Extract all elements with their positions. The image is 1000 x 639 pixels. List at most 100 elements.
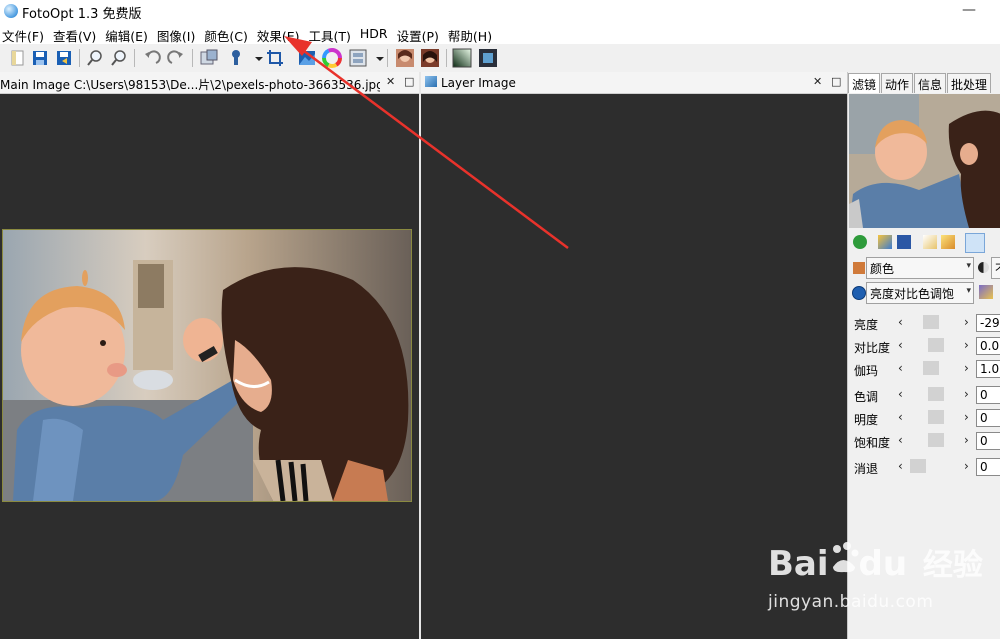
blend-mode-select[interactable]: 不 xyxy=(991,257,1000,279)
portrait-effect-icon[interactable] xyxy=(420,48,440,68)
filter-type-select[interactable]: 亮度对比色调饱 ▾ xyxy=(866,282,974,304)
title-bar: FotoOpt 1.3 免费版 — xyxy=(0,0,1000,22)
adjustment-value-input[interactable]: 1.0 xyxy=(976,360,1000,378)
menu-tools[interactable]: 工具(T) xyxy=(307,22,356,44)
watermark-url: jingyan.baidu.com xyxy=(768,592,934,612)
adjustment-label: 对比度 xyxy=(854,341,891,355)
tab-filters[interactable]: 滤镜 xyxy=(848,73,881,93)
menu-image[interactable]: 图像(I) xyxy=(155,22,200,44)
slider-thumb[interactable] xyxy=(922,361,939,375)
slider-increase-button[interactable]: › xyxy=(964,315,969,329)
remove-filter-icon[interactable] xyxy=(941,235,955,249)
tab-info[interactable]: 信息 xyxy=(914,73,947,93)
filter-radio-icon[interactable] xyxy=(852,286,866,300)
main-image-maximize-button[interactable]: □ xyxy=(404,75,414,88)
eyedropper-icon[interactable] xyxy=(965,233,985,253)
filmstrip-icon[interactable] xyxy=(348,48,368,68)
save-icon[interactable] xyxy=(30,48,50,68)
menu-color[interactable]: 颜色(C) xyxy=(202,22,252,44)
menu-bar: 文件(F) 查看(V) 编辑(E) 图像(I) 颜色(C) 效果(E) 工具(T… xyxy=(0,22,1000,44)
slider-decrease-button[interactable]: ‹ xyxy=(898,410,903,424)
tab-actions[interactable]: 动作 xyxy=(881,73,914,93)
slider-thumb[interactable] xyxy=(928,387,944,401)
adjustment-value-input[interactable]: 0.0 xyxy=(976,337,1000,355)
save-as-icon[interactable] xyxy=(54,48,74,68)
slider-decrease-button[interactable]: ‹ xyxy=(898,338,903,352)
adjustment-value-input[interactable]: 0 xyxy=(976,432,1000,450)
slider-thumb[interactable] xyxy=(928,433,944,447)
main-image-header: Main Image C:\Users\98153\De...片\2\pexel… xyxy=(0,72,419,94)
frame-icon[interactable] xyxy=(478,48,498,68)
filter-wand-icon[interactable] xyxy=(979,285,993,299)
slider-increase-button[interactable]: › xyxy=(964,410,969,424)
slider-thumb[interactable] xyxy=(910,459,926,473)
filter-preset-icon[interactable] xyxy=(878,235,892,249)
slider-decrease-button[interactable]: ‹ xyxy=(898,315,903,329)
filter-category-select[interactable]: 颜色 ▾ xyxy=(866,257,974,279)
minimize-button[interactable]: — xyxy=(962,2,976,18)
levels-icon[interactable] xyxy=(297,48,317,68)
menu-effects[interactable]: 效果(E) xyxy=(255,22,305,44)
layer-image-header: Layer Image ✕ □ xyxy=(421,72,847,94)
menu-edit[interactable]: 编辑(E) xyxy=(103,22,153,44)
adjustment-label: 明度 xyxy=(854,413,879,427)
adjustment-label: 消退 xyxy=(854,462,879,476)
zoom-in-icon[interactable] xyxy=(85,48,105,68)
run-filter-icon[interactable] xyxy=(853,235,867,249)
redo-icon[interactable] xyxy=(166,48,186,68)
main-image-canvas[interactable] xyxy=(2,229,412,502)
adjustment-value-input[interactable]: -29. xyxy=(976,314,1000,332)
adjustment-label: 饱和度 xyxy=(854,436,891,450)
toolbar xyxy=(0,44,1000,73)
layer-image-icon xyxy=(425,76,437,87)
menu-view[interactable]: 查看(V) xyxy=(51,22,101,44)
open-icon[interactable] xyxy=(8,48,28,68)
resize-icon[interactable] xyxy=(199,48,219,68)
menu-hdr[interactable]: HDR xyxy=(358,22,393,44)
slider-increase-button[interactable]: › xyxy=(964,433,969,447)
color-wheel-icon[interactable] xyxy=(322,48,342,68)
baidu-watermark: Bai du 经验 jingyan.baidu.com xyxy=(768,540,983,612)
add-filter-icon[interactable] xyxy=(923,235,937,249)
blend-mode-icon xyxy=(978,262,989,273)
adjustment-label: 亮度 xyxy=(854,318,879,332)
watermark-brand-cn: 经验 xyxy=(922,548,983,583)
slider-thumb[interactable] xyxy=(928,338,944,352)
crop-icon[interactable] xyxy=(265,48,285,68)
slider-decrease-button[interactable]: ‹ xyxy=(898,387,903,401)
slider-thumb[interactable] xyxy=(922,315,939,329)
menu-help[interactable]: 帮助(H) xyxy=(446,22,497,44)
main-image-close-button[interactable]: ✕ xyxy=(386,75,395,88)
watermark-brand: Bai xyxy=(768,544,829,584)
menu-file[interactable]: 文件(F) xyxy=(0,22,49,44)
adjustment-value-input[interactable]: 0 xyxy=(976,386,1000,404)
brush-dropdown-icon[interactable] xyxy=(249,48,263,68)
save-preset-icon[interactable] xyxy=(897,235,911,249)
brush-icon[interactable] xyxy=(227,48,247,68)
slider-increase-button[interactable]: › xyxy=(964,387,969,401)
slider-decrease-button[interactable]: ‹ xyxy=(898,361,903,375)
tab-batch[interactable]: 批处理 xyxy=(947,73,992,93)
watermark-brand-2: du xyxy=(858,544,908,584)
slider-thumb[interactable] xyxy=(928,410,944,424)
slider-decrease-button[interactable]: ‹ xyxy=(898,433,903,447)
zoom-out-icon[interactable] xyxy=(109,48,129,68)
filter-panel-tabs: 滤镜 动作 信息 批处理 xyxy=(848,73,992,93)
slider-increase-button[interactable]: › xyxy=(964,338,969,352)
adjustment-label: 伽玛 xyxy=(854,364,879,378)
layer-image-maximize-button[interactable]: □ xyxy=(831,75,841,88)
slider-decrease-button[interactable]: ‹ xyxy=(898,459,903,473)
filmstrip-dropdown-icon[interactable] xyxy=(370,48,384,68)
gradient-icon[interactable] xyxy=(452,48,472,68)
menu-settings[interactable]: 设置(P) xyxy=(395,22,444,44)
adjustment-label: 色调 xyxy=(854,390,879,404)
portrait-icon[interactable] xyxy=(395,48,415,68)
adjustment-value-input[interactable]: 0 xyxy=(976,409,1000,427)
category-icon xyxy=(853,262,865,274)
adjustment-value-input[interactable]: 0 xyxy=(976,458,1000,476)
undo-icon[interactable] xyxy=(142,48,162,68)
slider-increase-button[interactable]: › xyxy=(964,361,969,375)
window-title: FotoOpt 1.3 免费版 xyxy=(22,7,142,22)
layer-image-close-button[interactable]: ✕ xyxy=(813,75,822,88)
slider-increase-button[interactable]: › xyxy=(964,459,969,473)
